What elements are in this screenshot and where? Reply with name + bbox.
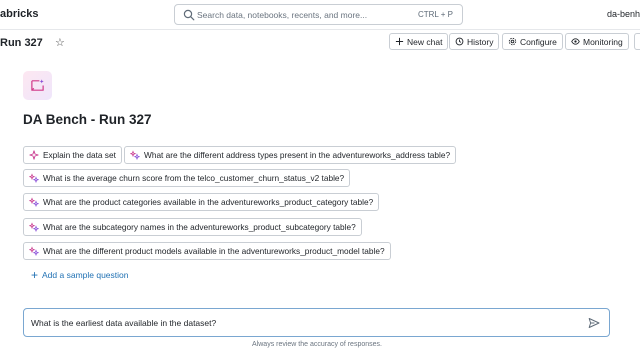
configure-label: Configure: [520, 36, 557, 47]
sample-question-chip[interactable]: What are the product categories availabl…: [23, 193, 380, 211]
history-button[interactable]: History: [449, 33, 500, 50]
add-sample-question-label: Add a sample question: [42, 270, 129, 280]
monitoring-button[interactable]: Monitoring: [565, 33, 629, 50]
search-input[interactable]: [197, 7, 387, 23]
global-search[interactable]: CTRL + P: [174, 4, 463, 25]
sparkle-icon: [29, 246, 39, 256]
sparkle-icon: [29, 197, 39, 207]
sparkle-icon: [130, 150, 140, 160]
sample-question-text: Explain the data set: [43, 150, 116, 160]
disclaimer-text: Always review the accuracy of responses.: [252, 341, 382, 348]
plus-icon: [395, 37, 404, 46]
history-icon: [455, 37, 464, 46]
history-label: History: [467, 36, 494, 47]
star-icon[interactable]: ☆: [55, 36, 65, 49]
gear-icon: [508, 37, 517, 46]
workspace-user[interactable]: da-benh: [607, 9, 640, 19]
configure-button[interactable]: Configure: [502, 33, 563, 50]
eye-icon: [571, 38, 580, 45]
sample-question-text: What are the different address types pre…: [144, 150, 451, 160]
sample-question-text: What is the average churn score from the…: [43, 173, 345, 183]
plus-icon: +: [31, 268, 39, 282]
space-title: DA Bench - Run 327: [23, 112, 152, 127]
sample-question-chip[interactable]: What are the different address types pre…: [124, 146, 457, 164]
monitoring-label: Monitoring: [583, 36, 623, 47]
chat-input-box[interactable]: [23, 308, 610, 337]
search-shortcut: CTRL + P: [417, 10, 453, 19]
new-chat-button[interactable]: New chat: [389, 33, 449, 50]
page-title: Run 327: [0, 37, 43, 49]
chat-sparkle-icon: [31, 79, 44, 91]
chat-input[interactable]: [31, 316, 571, 330]
sample-question-chip[interactable]: What are the different product models av…: [23, 242, 391, 260]
overflow-button[interactable]: [634, 33, 640, 50]
sample-question-chip[interactable]: Explain the data set: [23, 146, 122, 164]
sample-question-text: What are the different product models av…: [43, 246, 385, 256]
genie-space-icon: [23, 71, 52, 100]
top-bar: abricks CTRL + P da-benh: [0, 0, 640, 30]
add-sample-question-link[interactable]: + Add a sample question: [31, 268, 129, 282]
search-icon: [183, 9, 195, 21]
sample-question-chip[interactable]: What are the subcategory names in the ad…: [23, 218, 362, 236]
sparkle-icon: [29, 150, 39, 160]
send-icon[interactable]: [588, 317, 600, 329]
sparkle-icon: [29, 173, 39, 183]
new-chat-label: New chat: [407, 36, 443, 47]
sample-question-chip[interactable]: What is the average churn score from the…: [23, 169, 351, 187]
brand-logo[interactable]: abricks: [0, 8, 39, 20]
sample-question-text: What are the product categories availabl…: [43, 197, 374, 207]
sparkle-icon: [29, 222, 39, 232]
sample-question-text: What are the subcategory names in the ad…: [43, 222, 356, 232]
